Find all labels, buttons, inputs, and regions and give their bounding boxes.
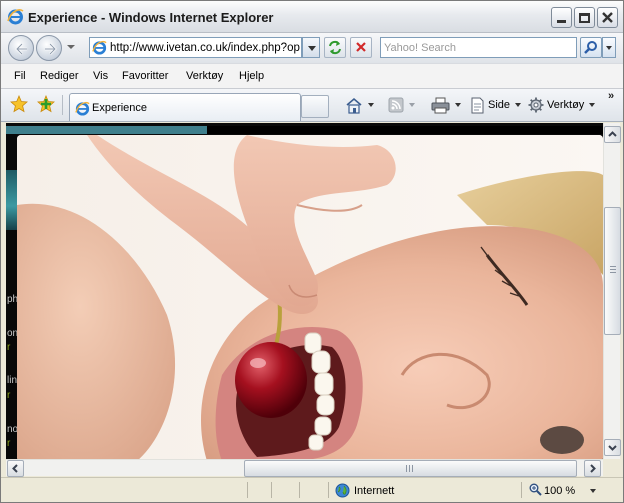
ie-logo-icon [7, 9, 24, 25]
vertical-scroll-thumb[interactable] [604, 207, 621, 335]
minimize-button[interactable] [551, 7, 572, 28]
rss-feed-icon [388, 97, 404, 113]
menu-tools[interactable]: Verktøy [186, 70, 223, 82]
scroll-left-button[interactable] [7, 460, 24, 477]
menu-bar: Fil Rediger Vis Favoritter Verktøy Hjelp [1, 63, 623, 89]
favorites-center-icon[interactable] [10, 95, 28, 113]
scroll-up-button[interactable] [604, 126, 621, 143]
refresh-button[interactable] [324, 37, 346, 58]
zoom-icon[interactable] [529, 483, 542, 496]
window-title: Experience - Windows Internet Explorer [28, 10, 274, 25]
browser-window: Experience - Windows Internet Explorer h… [0, 0, 624, 503]
tab-label: Experience [92, 102, 148, 114]
maximize-icon [579, 12, 590, 23]
tab-experience[interactable]: Experience [69, 93, 301, 121]
stop-button[interactable] [350, 37, 372, 58]
page-menu-button[interactable]: Side [470, 96, 522, 114]
scroll-grip-icon [610, 266, 616, 274]
security-zone-label: Internett [354, 485, 395, 497]
address-toolbar [1, 33, 623, 63]
feeds-button[interactable] [388, 96, 415, 114]
print-dropdown-icon [455, 103, 461, 107]
tools-menu-button[interactable]: Verktøy [528, 96, 596, 114]
search-button[interactable] [580, 37, 602, 58]
chevron-left-icon [12, 464, 18, 473]
side-text: r [7, 390, 11, 401]
new-tab-button[interactable] [301, 95, 329, 118]
back-arrow-icon [15, 43, 27, 55]
page-icon [92, 40, 107, 55]
add-favorite-icon[interactable] [37, 95, 55, 113]
toolbar-separator [62, 95, 63, 115]
feeds-dropdown-icon [409, 103, 415, 107]
search-box[interactable] [380, 37, 577, 58]
tools-menu-label: Verktøy [547, 99, 585, 111]
header-strip-teal [6, 126, 207, 134]
search-input[interactable] [384, 40, 572, 55]
forward-arrow-icon [45, 43, 57, 55]
chevron-right-icon [590, 464, 596, 473]
scrollbar-corner [603, 459, 620, 476]
side-text: lin [7, 375, 18, 386]
close-button[interactable] [597, 7, 618, 28]
tools-dropdown-icon [589, 103, 596, 107]
cherry-photo [17, 135, 603, 459]
vertical-scrollbar[interactable] [603, 123, 621, 459]
menu-help[interactable]: Hjelp [239, 70, 264, 82]
status-bar: Internett 100 % [1, 477, 623, 502]
search-options-dropdown[interactable] [602, 37, 616, 58]
menu-edit[interactable]: Rediger [40, 70, 79, 82]
menu-view[interactable]: Vis [93, 70, 108, 82]
refresh-icon [329, 40, 341, 55]
scroll-grip-icon [406, 465, 414, 472]
menu-file[interactable]: Fil [14, 70, 26, 82]
header-strip-black [207, 126, 603, 134]
scroll-down-button[interactable] [604, 439, 621, 456]
home-dropdown-icon [368, 103, 374, 107]
status-divider [247, 482, 248, 498]
print-button[interactable] [431, 96, 461, 114]
status-divider [328, 482, 329, 498]
gear-icon [528, 97, 544, 113]
menu-favorites[interactable]: Favoritter [122, 70, 168, 82]
recent-pages-dropdown[interactable] [67, 45, 75, 49]
page-menu-label: Side [488, 99, 511, 111]
toolbar-overflow-chevron[interactable]: » [608, 90, 614, 102]
minimize-icon [557, 20, 566, 23]
page-content: ph on r lin r no r [6, 123, 603, 459]
home-button[interactable] [345, 96, 374, 114]
back-button[interactable] [8, 35, 34, 61]
stop-icon [356, 42, 366, 52]
horizontal-scroll-thumb[interactable] [244, 460, 577, 477]
side-text: r [7, 438, 11, 449]
tab-page-icon [75, 101, 90, 116]
printer-icon [431, 97, 450, 113]
forward-button[interactable] [36, 35, 62, 61]
tab-bar: Experience Side Verktøy » [1, 89, 623, 122]
close-icon [602, 12, 613, 23]
address-box[interactable] [89, 37, 302, 58]
scroll-right-button[interactable] [584, 460, 601, 477]
chevron-down-icon [608, 445, 617, 451]
lightbox-image-frame[interactable] [17, 135, 603, 459]
page-icon-doc [471, 97, 484, 113]
address-input[interactable] [110, 40, 300, 55]
zoom-dropdown-icon[interactable] [590, 489, 596, 493]
side-text: r [7, 342, 11, 353]
search-icon [584, 41, 597, 54]
chevron-up-icon [608, 131, 617, 137]
zoom-level[interactable]: 100 % [544, 485, 575, 497]
status-divider [299, 482, 300, 498]
status-divider [521, 482, 522, 498]
address-dropdown-button[interactable] [302, 37, 320, 58]
globe-icon [335, 483, 350, 498]
title-bar: Experience - Windows Internet Explorer [1, 1, 623, 33]
horizontal-scrollbar[interactable] [6, 459, 603, 477]
home-icon [346, 97, 362, 114]
page-dropdown-icon [515, 103, 522, 107]
status-divider [271, 482, 272, 498]
maximize-button[interactable] [574, 7, 595, 28]
